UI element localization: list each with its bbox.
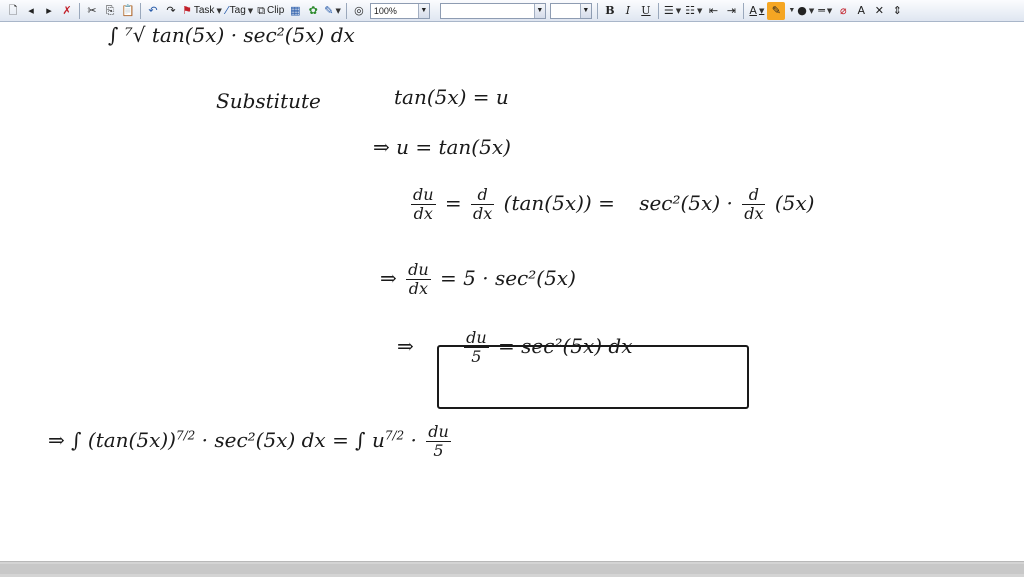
- styles-button[interactable]: A: [853, 2, 869, 20]
- substitute-expr: tan(5x) = u: [394, 85, 509, 109]
- sort-icon[interactable]: ⇕: [889, 2, 905, 20]
- copy-icon[interactable]: ⎘: [102, 2, 118, 20]
- attach-icon[interactable]: ✿: [305, 2, 321, 20]
- link-icon[interactable]: ◎: [351, 2, 367, 20]
- toolbar-separator: [596, 2, 598, 19]
- font-size-select[interactable]: ▼: [549, 2, 592, 19]
- toolbar-separator: [743, 2, 745, 19]
- close-icon[interactable]: ✕: [871, 2, 887, 20]
- table-icon[interactable]: ▦: [287, 2, 303, 20]
- boxed-result-line: ⇒ du 5 = sec²(5x) dx: [397, 328, 633, 366]
- pen-color-icon[interactable]: ● ▼: [796, 2, 815, 20]
- clip-icon: ⧉: [257, 3, 266, 17]
- tag-icon: ⁄: [225, 3, 228, 17]
- delete-icon[interactable]: ✗: [59, 2, 75, 20]
- horizontal-scrollbar[interactable]: [0, 561, 1024, 577]
- redo-icon[interactable]: ↷: [163, 2, 179, 20]
- bold-button[interactable]: B: [602, 2, 618, 20]
- new-page-icon[interactable]: 🗋: [5, 2, 21, 20]
- clip-button[interactable]: ⧉ Clip: [256, 2, 285, 20]
- cut-icon[interactable]: ✂: [84, 2, 100, 20]
- indent-icon[interactable]: ⇥: [723, 2, 739, 20]
- integral-line: ∫ ⁷√ tan(5x) · sec²(5x) dx: [108, 23, 355, 47]
- italic-button[interactable]: I: [620, 2, 636, 20]
- note-canvas[interactable]: ∫ ⁷√ tan(5x) · sec²(5x) dx Substitute ta…: [0, 23, 1024, 561]
- back-icon[interactable]: ◂: [23, 2, 39, 20]
- font-color-button[interactable]: A ▼: [748, 2, 765, 20]
- chevron-down-icon[interactable]: ▼: [417, 3, 429, 18]
- eraser-icon[interactable]: ⌀: [835, 2, 851, 20]
- highlighter-icon[interactable]: ✎: [767, 1, 786, 20]
- paste-icon[interactable]: 📋: [120, 2, 136, 20]
- underline-button[interactable]: U: [638, 2, 654, 20]
- undo-icon[interactable]: ↶: [145, 2, 161, 20]
- zoom-select[interactable]: 100% ▼: [369, 2, 430, 19]
- numbered-list-icon[interactable]: ☷ ▼: [684, 2, 703, 20]
- toolbar-separator: [79, 2, 80, 19]
- outdent-icon[interactable]: ⇤: [705, 2, 721, 20]
- substitute-word: Substitute: [216, 89, 321, 113]
- chevron-down-icon[interactable]: ▼: [579, 3, 591, 18]
- flag-icon: ⚑: [182, 3, 192, 17]
- font-name-select[interactable]: ▼: [439, 2, 546, 19]
- derivative-result-line: ⇒ du dx = 5 · sec²(5x): [380, 260, 576, 298]
- forward-icon[interactable]: ▸: [41, 2, 57, 20]
- bullet-list-icon[interactable]: ☰ ▼: [663, 2, 682, 20]
- toolbar: 🗋 ◂ ▸ ✗ ✂ ⎘ 📋 ↶ ↷ ⚑ Task ▼ ⁄ Tag ▼ ⧉ Clip ▦ ✿…: [0, 0, 1024, 22]
- task-button[interactable]: ⚑ Task ▼: [181, 2, 223, 20]
- tag-button[interactable]: ⁄ Tag ▼: [225, 2, 254, 20]
- chevron-down-icon[interactable]: ▼: [788, 7, 795, 14]
- toolbar-separator: [657, 2, 659, 19]
- chevron-down-icon[interactable]: ▼: [533, 3, 545, 18]
- toolbar-separator: [345, 2, 347, 19]
- zoom-value: 100%: [373, 5, 397, 16]
- u-definition: ⇒ u = tan(5x): [373, 135, 511, 159]
- line-style-icon[interactable]: ═ ▼: [817, 2, 833, 20]
- pen-icon[interactable]: ✎ ▼: [323, 2, 342, 20]
- scrollbar-thumb[interactable]: [0, 564, 1024, 574]
- final-integral-line: ⇒ ∫ (tan(5x))7/2 · sec²(5x) dx = ∫ u7/2 …: [48, 422, 451, 460]
- derivative-line: du dx = d dx (tan(5x)) = sec²(5x) · d dx (5…: [411, 185, 815, 223]
- toolbar-separator: [140, 2, 141, 19]
